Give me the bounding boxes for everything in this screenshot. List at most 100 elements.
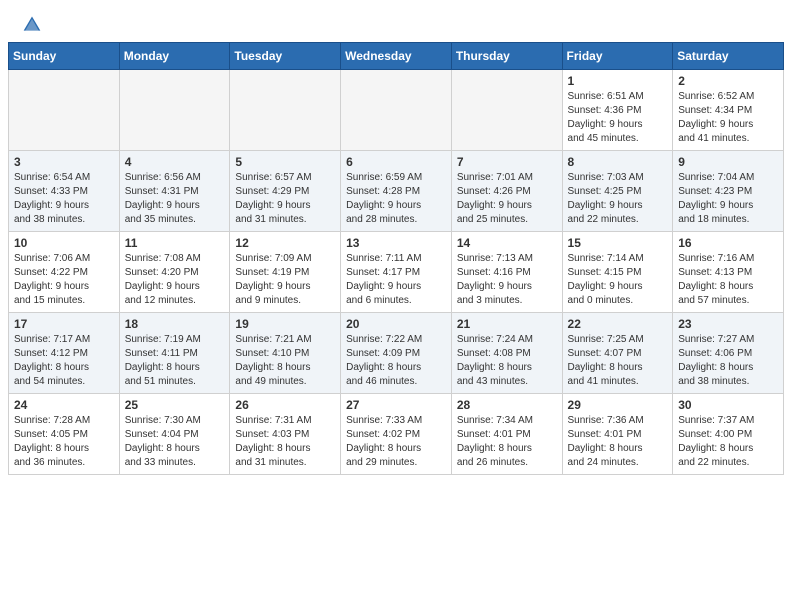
day-info: Sunrise: 7:27 AM Sunset: 4:06 PM Dayligh… [678, 333, 778, 389]
calendar-row: 10 Sunrise: 7:06 AM Sunset: 4:22 PM Dayli… [9, 232, 784, 313]
day-number: 27 [346, 398, 446, 412]
table-row [451, 70, 562, 151]
day-number: 3 [14, 155, 114, 169]
table-row: 4 Sunrise: 6:56 AM Sunset: 4:31 PM Daylig… [119, 151, 230, 232]
table-row: 9Sunrise: 7:04 AM Sunset: 4:23 PM Daylig… [673, 151, 784, 232]
table-row: 1 Sunrise: 6:51 AM Sunset: 4:36 PM Daylig… [562, 70, 673, 151]
table-row [119, 70, 230, 151]
weekday-header-row: Sunday Monday Tuesday Wednesday Thursday… [9, 43, 784, 70]
table-row: 26 Sunrise: 7:31 AM Sunset: 4:03 PM Dayli… [230, 394, 341, 475]
page-header [0, 0, 792, 42]
table-row: 3Sunrise: 6:54 AM Sunset: 4:33 PM Daylig… [9, 151, 120, 232]
day-info: Sunrise: 7:09 AM Sunset: 4:19 PM Dayligh… [235, 252, 335, 308]
day-number: 23 [678, 317, 778, 331]
logo [20, 16, 42, 34]
table-row: 30 Sunrise: 7:37 AM Sunset: 4:00 PM Dayli… [673, 394, 784, 475]
day-number: 22 [568, 317, 668, 331]
day-number: 4 [125, 155, 225, 169]
table-row: 12 Sunrise: 7:09 AM Sunset: 4:19 PM Dayli… [230, 232, 341, 313]
table-row: 10 Sunrise: 7:06 AM Sunset: 4:22 PM Dayli… [9, 232, 120, 313]
table-row: 20 Sunrise: 7:22 AM Sunset: 4:09 PM Dayli… [341, 313, 452, 394]
calendar-row: 24 Sunrise: 7:28 AM Sunset: 4:05 PM Dayli… [9, 394, 784, 475]
table-row: 18Sunrise: 7:19 AM Sunset: 4:11 PM Dayli… [119, 313, 230, 394]
day-number: 29 [568, 398, 668, 412]
table-row [341, 70, 452, 151]
day-info: Sunrise: 7:01 AM Sunset: 4:26 PM Dayligh… [457, 171, 557, 227]
table-row: 14Sunrise: 7:13 AM Sunset: 4:16 PM Dayli… [451, 232, 562, 313]
day-number: 11 [125, 236, 225, 250]
day-number: 1 [568, 74, 668, 88]
day-number: 19 [235, 317, 335, 331]
table-row: 29 Sunrise: 7:36 AM Sunset: 4:01 PM Dayli… [562, 394, 673, 475]
table-row: 8 Sunrise: 7:03 AM Sunset: 4:25 PM Daylig… [562, 151, 673, 232]
day-info: Sunrise: 6:56 AM Sunset: 4:31 PM Dayligh… [125, 171, 225, 227]
table-row: 22 Sunrise: 7:25 AM Sunset: 4:07 PM Dayli… [562, 313, 673, 394]
day-number: 12 [235, 236, 335, 250]
day-info: Sunrise: 7:04 AM Sunset: 4:23 PM Dayligh… [678, 171, 778, 227]
table-row: 6Sunrise: 6:59 AM Sunset: 4:28 PM Daylig… [341, 151, 452, 232]
day-number: 15 [568, 236, 668, 250]
day-number: 16 [678, 236, 778, 250]
day-info: Sunrise: 7:14 AM Sunset: 4:15 PM Dayligh… [568, 252, 668, 308]
day-number: 30 [678, 398, 778, 412]
table-row: 7Sunrise: 7:01 AM Sunset: 4:26 PM Daylig… [451, 151, 562, 232]
day-number: 10 [14, 236, 114, 250]
day-info: Sunrise: 7:28 AM Sunset: 4:05 PM Dayligh… [14, 414, 114, 470]
calendar-row: 17 Sunrise: 7:17 AM Sunset: 4:12 PM Dayli… [9, 313, 784, 394]
day-info: Sunrise: 7:30 AM Sunset: 4:04 PM Dayligh… [125, 414, 225, 470]
day-number: 21 [457, 317, 557, 331]
day-number: 26 [235, 398, 335, 412]
day-info: Sunrise: 7:25 AM Sunset: 4:07 PM Dayligh… [568, 333, 668, 389]
day-number: 20 [346, 317, 446, 331]
day-number: 18 [125, 317, 225, 331]
logo-icon [22, 14, 42, 34]
table-row: 13 Sunrise: 7:11 AM Sunset: 4:17 PM Dayli… [341, 232, 452, 313]
day-info: Sunrise: 7:13 AM Sunset: 4:16 PM Dayligh… [457, 252, 557, 308]
table-row: 24 Sunrise: 7:28 AM Sunset: 4:05 PM Dayli… [9, 394, 120, 475]
day-info: Sunrise: 7:31 AM Sunset: 4:03 PM Dayligh… [235, 414, 335, 470]
day-info: Sunrise: 7:33 AM Sunset: 4:02 PM Dayligh… [346, 414, 446, 470]
table-row: 25 Sunrise: 7:30 AM Sunset: 4:04 PM Dayli… [119, 394, 230, 475]
day-info: Sunrise: 7:37 AM Sunset: 4:00 PM Dayligh… [678, 414, 778, 470]
table-row: 23 Sunrise: 7:27 AM Sunset: 4:06 PM Dayli… [673, 313, 784, 394]
table-row: 21 Sunrise: 7:24 AM Sunset: 4:08 PM Dayli… [451, 313, 562, 394]
day-info: Sunrise: 7:34 AM Sunset: 4:01 PM Dayligh… [457, 414, 557, 470]
day-number: 28 [457, 398, 557, 412]
header-tuesday: Tuesday [230, 43, 341, 70]
day-info: Sunrise: 7:06 AM Sunset: 4:22 PM Dayligh… [14, 252, 114, 308]
day-number: 25 [125, 398, 225, 412]
day-number: 8 [568, 155, 668, 169]
calendar-table: Sunday Monday Tuesday Wednesday Thursday… [8, 42, 784, 475]
day-info: Sunrise: 7:08 AM Sunset: 4:20 PM Dayligh… [125, 252, 225, 308]
table-row: 16 Sunrise: 7:16 AM Sunset: 4:13 PM Dayli… [673, 232, 784, 313]
day-number: 13 [346, 236, 446, 250]
table-row [230, 70, 341, 151]
day-info: Sunrise: 7:17 AM Sunset: 4:12 PM Dayligh… [14, 333, 114, 389]
table-row: 15 Sunrise: 7:14 AM Sunset: 4:15 PM Dayli… [562, 232, 673, 313]
day-info: Sunrise: 6:51 AM Sunset: 4:36 PM Dayligh… [568, 90, 668, 146]
day-info: Sunrise: 7:11 AM Sunset: 4:17 PM Dayligh… [346, 252, 446, 308]
table-row: 5Sunrise: 6:57 AM Sunset: 4:29 PM Daylig… [230, 151, 341, 232]
header-friday: Friday [562, 43, 673, 70]
table-row: 27 Sunrise: 7:33 AM Sunset: 4:02 PM Dayli… [341, 394, 452, 475]
header-monday: Monday [119, 43, 230, 70]
calendar-row: 3Sunrise: 6:54 AM Sunset: 4:33 PM Daylig… [9, 151, 784, 232]
day-info: Sunrise: 7:21 AM Sunset: 4:10 PM Dayligh… [235, 333, 335, 389]
day-number: 2 [678, 74, 778, 88]
calendar-row: 1 Sunrise: 6:51 AM Sunset: 4:36 PM Daylig… [9, 70, 784, 151]
day-info: Sunrise: 6:52 AM Sunset: 4:34 PM Dayligh… [678, 90, 778, 146]
header-sunday: Sunday [9, 43, 120, 70]
header-wednesday: Wednesday [341, 43, 452, 70]
table-row: 19 Sunrise: 7:21 AM Sunset: 4:10 PM Dayli… [230, 313, 341, 394]
day-number: 17 [14, 317, 114, 331]
table-row: 2 Sunrise: 6:52 AM Sunset: 4:34 PM Daylig… [673, 70, 784, 151]
header-thursday: Thursday [451, 43, 562, 70]
day-info: Sunrise: 7:24 AM Sunset: 4:08 PM Dayligh… [457, 333, 557, 389]
day-info: Sunrise: 7:22 AM Sunset: 4:09 PM Dayligh… [346, 333, 446, 389]
day-info: Sunrise: 7:03 AM Sunset: 4:25 PM Dayligh… [568, 171, 668, 227]
day-info: Sunrise: 7:36 AM Sunset: 4:01 PM Dayligh… [568, 414, 668, 470]
day-info: Sunrise: 7:16 AM Sunset: 4:13 PM Dayligh… [678, 252, 778, 308]
day-info: Sunrise: 6:57 AM Sunset: 4:29 PM Dayligh… [235, 171, 335, 227]
header-saturday: Saturday [673, 43, 784, 70]
day-number: 24 [14, 398, 114, 412]
